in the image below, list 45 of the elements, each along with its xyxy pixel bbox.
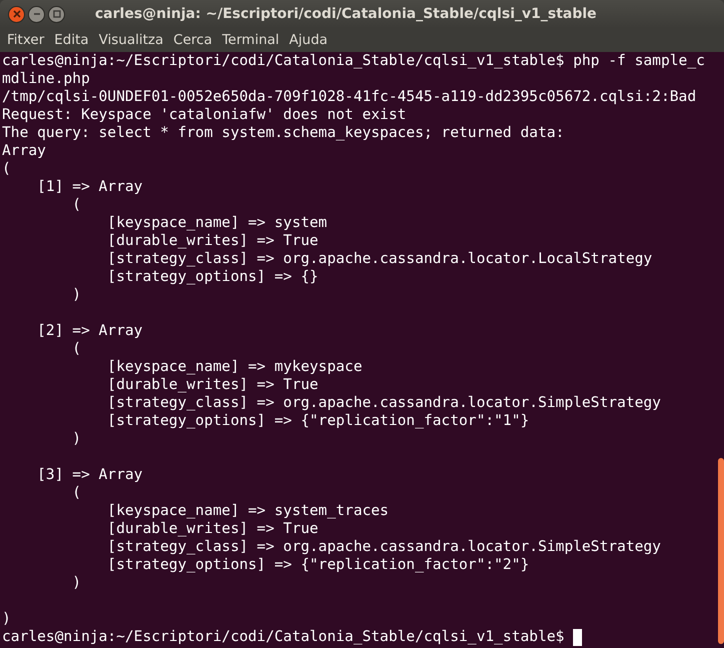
- terminal-line: [strategy_options] => {"replication_factor":"2"}: [106, 556, 530, 574]
- terminal-line: [1] => Array: [36, 178, 143, 196]
- terminal-line: [strategy_options] => {}: [106, 268, 318, 286]
- terminal-line: (: [71, 196, 82, 214]
- terminal-line: [strategy_options] => {"replication_factor":"1"}: [106, 412, 530, 430]
- terminal-line: ): [71, 286, 82, 304]
- terminal-line: [strategy_class] => org.apache.cassandra.locator.SimpleStrategy: [106, 538, 661, 556]
- menu-item[interactable]: Cerca: [168, 32, 218, 48]
- menu-item[interactable]: Visualitza: [94, 32, 168, 48]
- terminal-line: [2] => Array: [36, 322, 143, 340]
- close-icon: [12, 10, 20, 18]
- terminal-line: [keyspace_name] => mykeyspace: [106, 358, 362, 376]
- terminal-prompt: carles@ninja:~/Escriptori/codi/Catalonia_Stable/cqlsi_v1_stable$: [2, 628, 564, 646]
- terminal-line: [3] => Array: [36, 466, 143, 484]
- terminal-line: carles@ninja:~/Escriptori/codi/Catalonia_Stable/cqlsi_v1_stable$ php -f sample_c: [2, 52, 705, 70]
- minimize-icon: [32, 10, 40, 18]
- menu-item[interactable]: Ajuda: [284, 32, 333, 48]
- terminal-line: (: [71, 484, 82, 502]
- terminal-line: [strategy_class] => org.apache.cassandra.locator.SimpleStrategy: [106, 394, 661, 412]
- terminal-line: Request: Keyspace 'cataloniafw' does not exist: [2, 106, 406, 124]
- terminal-line: [strategy_class] => org.apache.cassandra.locator.LocalStrategy: [106, 250, 652, 268]
- terminal-line: [durable_writes] => True: [106, 376, 318, 394]
- menu-item[interactable]: Terminal: [217, 32, 284, 48]
- terminal-line: [keyspace_name] => system_traces: [106, 502, 389, 520]
- terminal-line: (: [2, 160, 11, 178]
- window-title: carles@ninja: ~/Escriptori/codi/Catalonia_Stable/cqlsi_v1_stable: [95, 6, 597, 22]
- terminal-line: mdline.php: [2, 70, 90, 88]
- minimize-button[interactable]: [28, 6, 45, 22]
- terminal-line: /tmp/cqlsi-0UNDEF01-0052e650da-709f1028-41fc-4545-a119-dd2395c05672.cqlsi:2:Bad: [2, 88, 696, 106]
- terminal-line: [durable_writes] => True: [106, 520, 318, 538]
- terminal-line: [durable_writes] => True: [106, 232, 318, 250]
- terminal-line: The query: select * from system.schema_keyspaces; returned data:: [2, 124, 564, 142]
- terminal-line: Array: [2, 142, 46, 160]
- terminal-line: ): [71, 430, 82, 448]
- terminal-line: (: [71, 340, 82, 358]
- close-button[interactable]: [8, 6, 25, 22]
- maximize-icon: [52, 10, 60, 18]
- terminal-line: ): [71, 574, 82, 592]
- menu-item[interactable]: Edita: [49, 32, 94, 48]
- terminal-line: [keyspace_name] => system: [106, 214, 328, 232]
- text-cursor: [573, 628, 582, 646]
- scrollbar-thumb[interactable]: [718, 458, 724, 644]
- menu-item[interactable]: Fitxer: [2, 32, 50, 48]
- terminal-line: ): [2, 610, 11, 628]
- maximize-button[interactable]: [48, 6, 65, 22]
